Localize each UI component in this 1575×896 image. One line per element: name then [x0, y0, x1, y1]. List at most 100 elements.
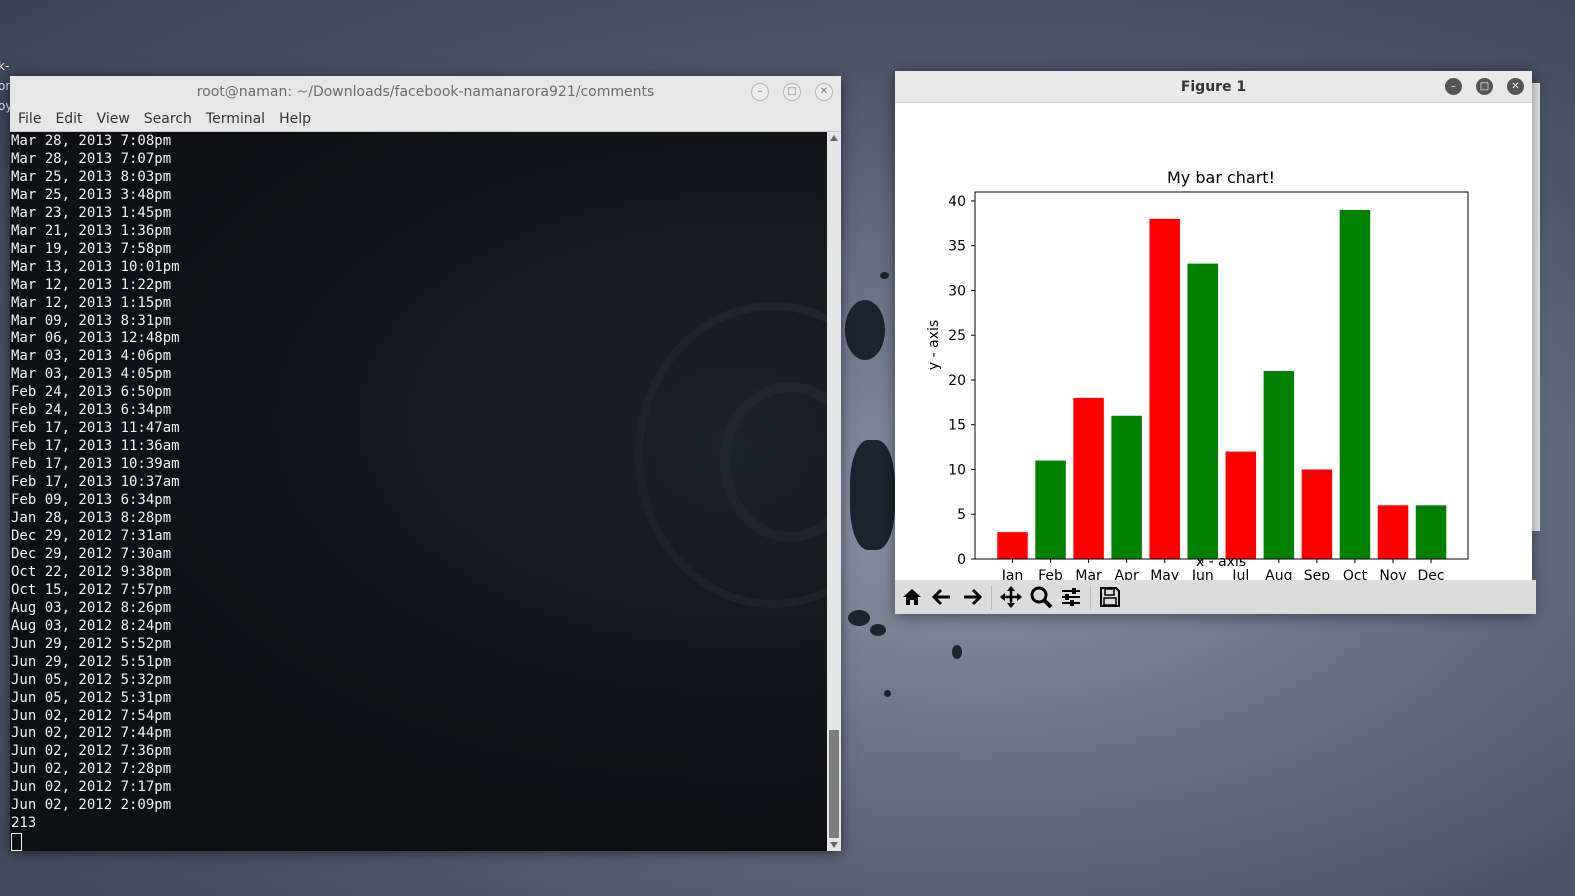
forward-arrow-icon [964, 588, 983, 606]
terminal-line: Mar 19, 2013 7:58pm [11, 240, 172, 257]
zoom-button[interactable] [1028, 584, 1054, 610]
terminal-line: Jun 02, 2012 7:28pm [11, 761, 172, 778]
x-tick-label: Jun [1191, 568, 1214, 580]
maximize-icon: □ [1479, 80, 1490, 92]
terminal-line: Jan 28, 2013 8:28pm [11, 510, 172, 527]
menu-view[interactable]: View [97, 111, 130, 127]
terminal-titlebar[interactable]: root@naman: ~/Downloads/facebook-namanar… [10, 76, 841, 107]
y-tick-label: 40 [948, 194, 966, 210]
terminal-line: Feb 17, 2013 10:39am [11, 456, 180, 473]
y-axis-ticks: 0 5 10 15 20 25 30 35 40 [948, 194, 975, 568]
terminal-line: Mar 28, 2013 7:07pm [11, 150, 172, 167]
save-button[interactable] [1097, 584, 1123, 610]
terminal-prompt [11, 833, 180, 851]
forward-button[interactable] [959, 584, 985, 610]
chart-title: My bar chart! [1167, 168, 1275, 187]
zoom-icon [1030, 586, 1053, 609]
terminal-line: Mar 12, 2013 1:22pm [11, 276, 172, 293]
x-tick-label: Aug [1265, 568, 1292, 580]
x-tick-label: Dec [1418, 568, 1445, 580]
figure-maximize-button[interactable]: □ [1476, 78, 1493, 95]
menu-help[interactable]: Help [279, 111, 311, 127]
figure-minimize-button[interactable]: – [1445, 78, 1462, 95]
x-tick-label: Sep [1304, 568, 1331, 580]
terminal-window[interactable]: root@naman: ~/Downloads/facebook-namanar… [10, 76, 841, 851]
figure-toolbar [895, 580, 1536, 614]
x-tick-label: Apr [1115, 568, 1139, 580]
back-button[interactable] [929, 584, 955, 610]
terminal-title: root@naman: ~/Downloads/facebook-namanar… [196, 83, 655, 100]
maximize-button[interactable]: □ [783, 83, 801, 101]
terminal-line: Mar 03, 2013 4:06pm [11, 348, 172, 365]
terminal-menubar: File Edit View Search Terminal Help [10, 107, 841, 132]
minimize-button[interactable]: – [751, 83, 769, 101]
terminal-line: Feb 17, 2013 10:37am [11, 474, 180, 491]
menu-edit[interactable]: Edit [55, 111, 82, 127]
bar-jun [1187, 263, 1218, 559]
terminal-scrollbar[interactable] [827, 132, 841, 851]
terminal-line: Mar 13, 2013 10:01pm [11, 258, 180, 275]
bar-chart[interactable]: My bar chart! x - axis y - axis 05101520… [895, 103, 1532, 580]
menu-file[interactable]: File [18, 111, 41, 127]
terminal-line: Feb 17, 2013 11:36am [11, 438, 180, 455]
terminal-output[interactable]: Mar 28, 2013 7:08pm Mar 28, 2013 7:07pm Ma… [10, 132, 827, 851]
home-button[interactable] [899, 584, 925, 610]
terminal-line: Jun 02, 2012 7:44pm [11, 725, 172, 742]
desktop-text-line: k- [0, 59, 10, 73]
terminal-lines: Mar 28, 2013 7:08pm Mar 28, 2013 7:07pm Ma… [11, 133, 180, 851]
terminal-line: Feb 09, 2013 6:34pm [11, 492, 172, 509]
configure-subplots-button[interactable] [1058, 584, 1084, 610]
figure-window[interactable]: Figure 1 – □ ✕ My bar chart! x - axis y … [895, 71, 1536, 614]
menu-search[interactable]: Search [144, 111, 192, 127]
menu-terminal[interactable]: Terminal [206, 111, 265, 127]
terminal-line: Dec 29, 2012 7:30am [11, 545, 172, 562]
figure-close-button[interactable]: ✕ [1507, 78, 1524, 95]
terminal-line: Dec 29, 2012 7:31am [11, 527, 172, 544]
y-tick-label: 30 [948, 283, 966, 299]
x-tick-label: Jul [1231, 568, 1249, 580]
minimize-icon: – [1451, 80, 1456, 92]
terminal-line: Jun 05, 2012 5:32pm [11, 671, 172, 688]
bar-nov [1377, 505, 1409, 559]
bar-oct [1339, 209, 1371, 559]
toolbar-separator [991, 585, 992, 609]
terminal-line: Mar 25, 2013 3:48pm [11, 186, 172, 203]
y-axis-label: y - axis [926, 320, 942, 370]
bar-may [1149, 218, 1180, 559]
close-button[interactable]: ✕ [815, 83, 833, 101]
terminal-line: Mar 21, 2013 1:36pm [11, 222, 172, 239]
text-cursor [11, 833, 22, 851]
terminal-line: Mar 23, 2013 1:45pm [11, 204, 172, 221]
terminal-line: Oct 15, 2012 7:57pm [11, 581, 172, 598]
scroll-up-icon[interactable] [830, 135, 838, 141]
figure-titlebar[interactable]: Figure 1 – □ ✕ [895, 71, 1532, 103]
save-icon [1100, 587, 1120, 607]
y-tick-label: 0 [957, 552, 966, 568]
y-tick-label: 5 [957, 507, 966, 523]
x-tick-label: Feb [1038, 568, 1063, 580]
bar-sep [1301, 469, 1333, 559]
home-icon [903, 589, 921, 605]
terminal-line: Mar 12, 2013 1:15pm [11, 294, 172, 311]
minimize-icon: – [757, 86, 763, 97]
terminal-line: Mar 25, 2013 8:03pm [11, 168, 172, 185]
bar-jan [997, 532, 1028, 559]
toolbar-separator [1090, 585, 1091, 609]
terminal-line: Aug 03, 2012 8:24pm [11, 617, 172, 634]
terminal-line: Mar 28, 2013 7:08pm [11, 133, 172, 149]
back-arrow-icon [931, 588, 950, 606]
terminal-line: Jun 02, 2012 7:17pm [11, 779, 172, 796]
y-tick-label: 35 [948, 239, 966, 255]
bar-jul [1225, 451, 1257, 559]
terminal-line: Jun 02, 2012 7:36pm [11, 743, 172, 760]
terminal-line: Feb 24, 2013 6:34pm [11, 402, 172, 419]
figure-title: Figure 1 [1180, 78, 1247, 95]
terminal-line: Aug 03, 2012 8:26pm [11, 599, 172, 616]
scroll-down-icon[interactable] [830, 842, 838, 848]
y-tick-label: 10 [948, 462, 966, 478]
bar-feb [1035, 460, 1066, 559]
bar-dec [1415, 505, 1447, 559]
scrollbar-thumb[interactable] [829, 730, 839, 838]
pan-button[interactable] [998, 584, 1024, 610]
terminal-line: Jun 29, 2012 5:51pm [11, 653, 172, 670]
